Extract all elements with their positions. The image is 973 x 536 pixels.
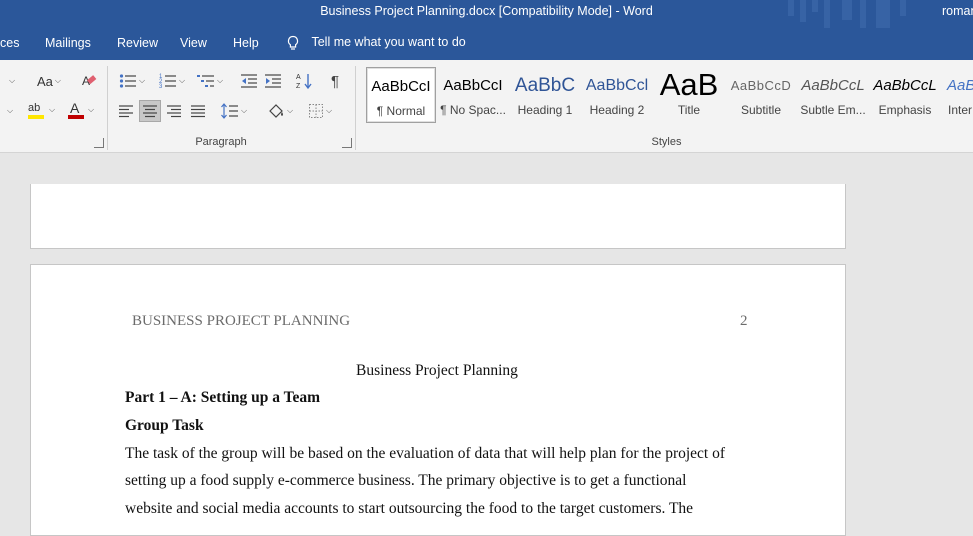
group-task-heading: Group Task: [125, 417, 204, 434]
font-color-icon: A: [67, 100, 84, 119]
style-sample: AaBbCcL: [801, 77, 865, 94]
bullet-list-icon: [119, 74, 136, 88]
account-name[interactable]: roman: [942, 4, 973, 18]
line-spacing-icon: [220, 103, 238, 119]
page-1-bottom: [30, 184, 846, 249]
body-line: website and social media accounts to sta…: [125, 500, 694, 517]
change-case-button[interactable]: Aa ⌵: [32, 71, 66, 91]
font-dialog-launcher-icon[interactable]: [94, 138, 104, 148]
tab-review[interactable]: Review: [117, 36, 158, 50]
style-name: Title: [677, 103, 701, 117]
paragraph-group-label: Paragraph: [195, 136, 247, 148]
tab-help[interactable]: Help: [233, 36, 259, 50]
style-title[interactable]: AaB Title: [654, 67, 724, 123]
numbering-button[interactable]: 123 ⌵: [155, 71, 189, 91]
bullets-button[interactable]: ⌵: [116, 71, 148, 91]
highlight-color-button[interactable]: ab ⌵: [24, 100, 58, 120]
svg-text:ab: ab: [28, 102, 40, 114]
style-name: Inter: [948, 103, 973, 117]
highlighter-icon: ab: [27, 102, 44, 119]
borders-button[interactable]: ⌵: [302, 101, 338, 121]
paragraph-dialog-launcher-icon[interactable]: [342, 138, 352, 148]
decrease-indent-icon: [241, 74, 257, 88]
style-name: Subtitle: [740, 103, 782, 117]
justify-icon: [191, 105, 205, 118]
window-title: Business Project Planning.docx [Compatib…: [320, 4, 653, 18]
style-sample: AaBbCcD: [730, 78, 792, 93]
tab-mailings[interactable]: Mailings: [45, 36, 91, 50]
multilevel-list-icon: [196, 75, 214, 87]
ribbon-tabs: ces Mailings Review View Help Tell me wh…: [0, 28, 973, 60]
ribbon: ⌵ Aa ⌵ A ⌵ ab ⌵ A ⌵ ⌵ 123 ⌵ ⌵ A Z ¶ ⌵ ⌵ …: [0, 60, 973, 153]
paint-bucket-icon: [269, 104, 283, 118]
styles-group-label: Styles: [651, 136, 682, 148]
show-formatting-marks-button[interactable]: ¶: [325, 71, 345, 91]
text-effects-dropdown-icon[interactable]: ⌵: [2, 101, 16, 121]
style-sample: AaBbCcI: [443, 77, 503, 94]
svg-text:Z: Z: [296, 83, 301, 90]
change-case-label: Aa: [37, 73, 53, 89]
align-center-button[interactable]: [139, 100, 161, 122]
increase-indent-button[interactable]: [262, 71, 284, 91]
style-sample: AaBbC: [514, 75, 576, 96]
body-line: The task of the group will be based on t…: [125, 445, 726, 462]
style-sample: AaBbCcL: [873, 77, 937, 94]
style-sample: AaBb: [947, 77, 973, 94]
part-heading: Part 1 – A: Setting up a Team: [125, 389, 321, 406]
group-separator: [107, 66, 108, 150]
style-sample: AaBbCcI: [371, 78, 431, 95]
chevron-down-icon: ⌵: [54, 76, 61, 85]
sort-az-icon: AZ: [296, 74, 312, 90]
body-line: setting up a food supply e-commerce busi…: [125, 472, 687, 489]
tell-me-text: Tell me what you want to do: [311, 35, 466, 50]
style-no-spacing[interactable]: AaBbCcI ¶ No Spac...: [438, 67, 508, 123]
style-emphasis[interactable]: AaBbCcL Emphasis: [870, 67, 940, 123]
style-subtitle[interactable]: AaBbCcD Subtitle: [726, 67, 796, 123]
multilevel-list-button[interactable]: ⌵: [193, 71, 227, 91]
align-left-button[interactable]: [116, 101, 136, 121]
tab-references[interactable]: ces: [0, 36, 19, 50]
align-center-icon: [143, 105, 157, 118]
style-name: Subtle Em...: [800, 103, 866, 117]
style-name: ¶ No Spac...: [440, 103, 506, 117]
style-name: Heading 1: [517, 103, 573, 117]
shading-button[interactable]: ⌵: [262, 101, 298, 121]
style-heading-1[interactable]: AaBbC Heading 1: [510, 67, 580, 123]
line-spacing-button[interactable]: ⌵: [218, 101, 250, 121]
increase-indent-icon: [265, 74, 281, 88]
style-name: ¶ Normal: [376, 104, 426, 118]
justify-button[interactable]: [188, 101, 208, 121]
svg-text:A: A: [296, 74, 301, 81]
borders-icon: [308, 104, 323, 118]
align-right-icon: [167, 105, 181, 118]
style-sample: AaBbCcl: [585, 77, 649, 94]
decrease-indent-button[interactable]: [238, 71, 260, 91]
clear-formatting-button[interactable]: A: [78, 70, 100, 90]
align-left-icon: [119, 105, 133, 118]
svg-text:A: A: [70, 100, 80, 116]
title-bar: Business Project Planning.docx [Compatib…: [0, 0, 973, 28]
tab-view[interactable]: View: [180, 36, 207, 50]
svg-text:3: 3: [159, 84, 163, 89]
eraser-icon: A: [82, 74, 97, 88]
page-header-title: BUSINESS PROJECT PLANNING: [132, 313, 351, 329]
group-separator: [355, 66, 356, 150]
style-subtle-emphasis[interactable]: AaBbCcL Subtle Em...: [798, 67, 868, 123]
tell-me-box[interactable]: Tell me what you want to do: [286, 35, 466, 51]
style-name: Emphasis: [878, 103, 932, 117]
lightbulb-icon: [287, 35, 299, 50]
align-right-button[interactable]: [164, 101, 184, 121]
style-intense-emphasis[interactable]: AaBb Inter: [942, 67, 973, 123]
pilcrow-icon: ¶: [330, 72, 340, 90]
numbered-list-icon: 123: [159, 74, 176, 89]
style-sample: AaB: [659, 67, 719, 102]
style-heading-2[interactable]: AaBbCcl Heading 2: [582, 67, 652, 123]
font-color-button[interactable]: A ⌵: [62, 100, 98, 120]
sort-button[interactable]: AZ: [294, 71, 316, 91]
style-name: Heading 2: [589, 103, 645, 117]
page-number: 2: [740, 313, 748, 329]
document-title: Business Project Planning: [356, 362, 518, 379]
style-normal[interactable]: AaBbCcI ¶ Normal: [366, 67, 436, 123]
shrink-font-dropdown-icon[interactable]: ⌵: [4, 71, 18, 91]
